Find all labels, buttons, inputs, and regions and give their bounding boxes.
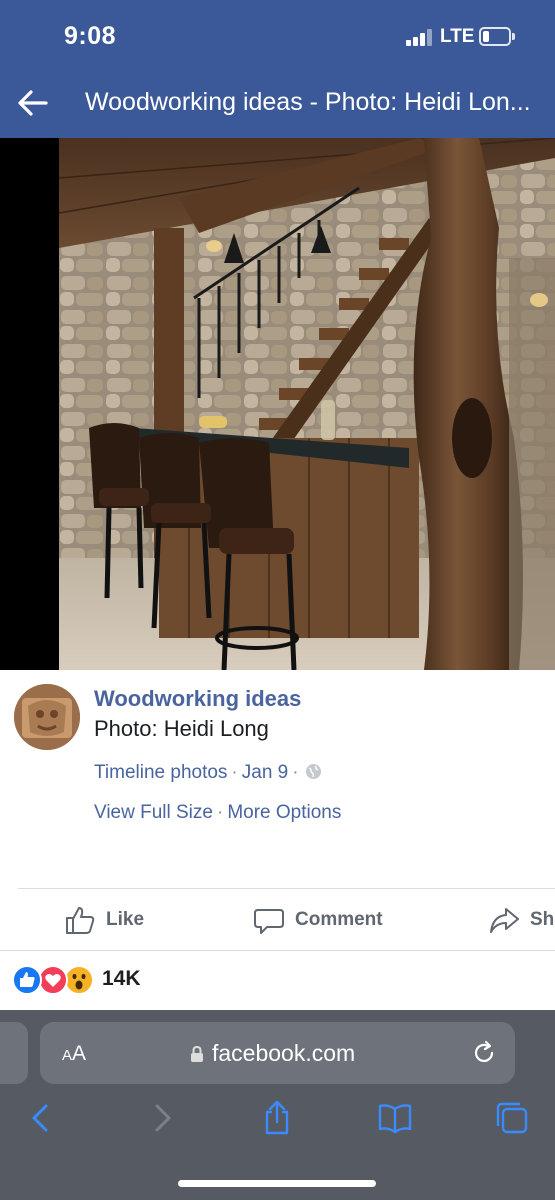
post-date[interactable]: Jan 9: [242, 762, 288, 783]
share-icon: [490, 908, 519, 933]
back-arrow-icon[interactable]: [16, 86, 50, 120]
more-options-link[interactable]: More Options: [227, 802, 341, 823]
network-label: LTE: [440, 26, 475, 47]
comment-label: Comment: [295, 909, 383, 930]
reactions-summary[interactable]: 14K: [12, 962, 141, 996]
album-link[interactable]: Timeline photos: [94, 762, 227, 783]
divider: [0, 950, 555, 951]
share-label: Sh: [530, 909, 555, 930]
comment-icon: [254, 909, 284, 934]
address-bar[interactable]: AA facebook.com: [40, 1022, 515, 1084]
photo-links: View Full Size · More Options: [94, 802, 342, 823]
browser-nav-toolbar: [0, 1100, 555, 1140]
url-text: facebook.com: [212, 1040, 356, 1066]
photo-caption: Photo: Heidi Long: [94, 716, 269, 741]
post-photo[interactable]: [59, 138, 555, 670]
reaction-count: 14K: [102, 967, 141, 990]
page-title: Woodworking ideas - Photo: Heidi Lon...: [85, 88, 531, 116]
back-icon[interactable]: [24, 1100, 60, 1136]
like-button[interactable]: Like: [64, 892, 144, 948]
browser-toolbar: AA facebook.com: [0, 1010, 555, 1200]
bookmarks-icon[interactable]: [377, 1100, 413, 1136]
home-indicator[interactable]: [178, 1180, 376, 1187]
wow-icon: [64, 965, 94, 995]
love-icon: [38, 965, 68, 995]
comment-button[interactable]: Comment: [253, 892, 383, 948]
photo-viewer[interactable]: [0, 138, 555, 670]
status-time: 9:08: [64, 22, 117, 50]
signal-icon: [406, 28, 434, 46]
url-display[interactable]: facebook.com: [190, 1040, 355, 1067]
tabs-icon[interactable]: [494, 1100, 530, 1136]
page-avatar[interactable]: [14, 684, 80, 750]
like-icon: [12, 965, 42, 995]
share-sheet-icon[interactable]: [259, 1100, 295, 1136]
battery-icon: [479, 27, 515, 46]
reload-icon[interactable]: [471, 1040, 497, 1066]
nav-bar: Woodworking ideas - Photo: Heidi Lon...: [0, 78, 555, 128]
page-name-link[interactable]: Woodworking ideas: [94, 686, 301, 712]
status-bar: 9:08 LTE: [0, 0, 555, 72]
post-meta: Timeline photos · Jan 9 ·: [94, 762, 322, 784]
globe-icon: [305, 764, 321, 779]
previous-tab-preview[interactable]: [0, 1022, 28, 1084]
app-header: 9:08 LTE Woodworking ideas - Photo: Heid…: [0, 0, 555, 138]
like-label: Like: [106, 909, 145, 930]
post-actions: Like Comment Sh: [0, 892, 555, 948]
view-full-size-link[interactable]: View Full Size: [94, 802, 213, 823]
thumbs-up-icon: [66, 907, 95, 934]
lock-icon: [191, 1045, 203, 1062]
divider: [18, 888, 555, 889]
share-button[interactable]: Sh: [488, 892, 554, 948]
text-size-button[interactable]: AA: [62, 1042, 86, 1066]
forward-icon[interactable]: [143, 1100, 179, 1136]
